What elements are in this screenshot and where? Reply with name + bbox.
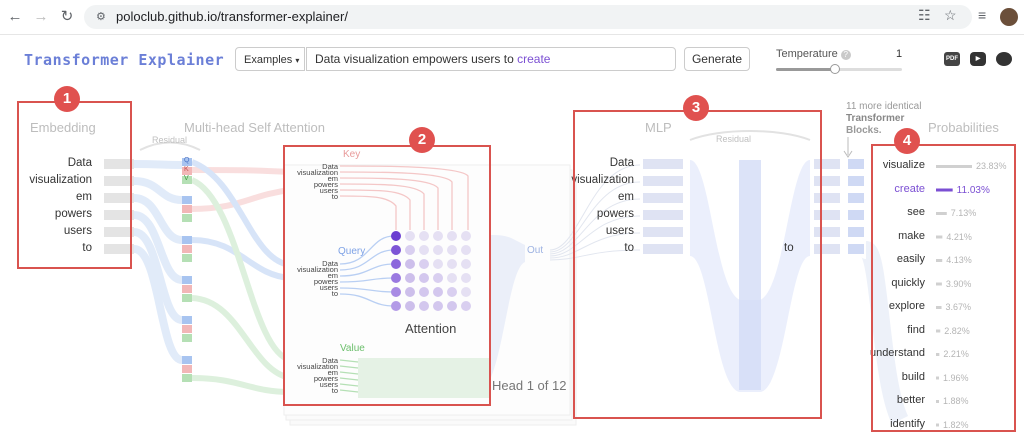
qkv-flows — [132, 160, 184, 364]
more-blocks-line2: Transformer — [846, 113, 905, 124]
annotation-badge: 4 — [894, 128, 920, 154]
more-blocks-line3: Blocks. — [846, 125, 882, 136]
annotation-box-embedding — [17, 101, 132, 269]
annotation-box-mlp — [573, 110, 822, 419]
annotation-badge: 3 — [683, 95, 709, 121]
out-label: Out — [527, 245, 544, 256]
qkv-letter-v: V — [184, 175, 189, 182]
qkv-letter-q: Q — [184, 157, 190, 164]
annotation-box-attention — [283, 145, 491, 406]
residual-label: Residual — [152, 135, 188, 145]
annotation-badge: 1 — [54, 86, 80, 112]
qkv-letter-k: K — [184, 166, 189, 173]
annotation-badge: 2 — [409, 127, 435, 153]
attention-title: Multi-head Self Attention — [184, 120, 325, 135]
probabilities-title: Probabilities — [928, 120, 999, 135]
more-blocks-line1: 11 more identical — [846, 101, 922, 112]
head-indicator[interactable]: Head 1 of 12 — [492, 378, 566, 393]
qkv-columns — [182, 158, 192, 382]
head-flows — [190, 159, 292, 395]
annotation-box-probabilities — [871, 144, 1016, 432]
